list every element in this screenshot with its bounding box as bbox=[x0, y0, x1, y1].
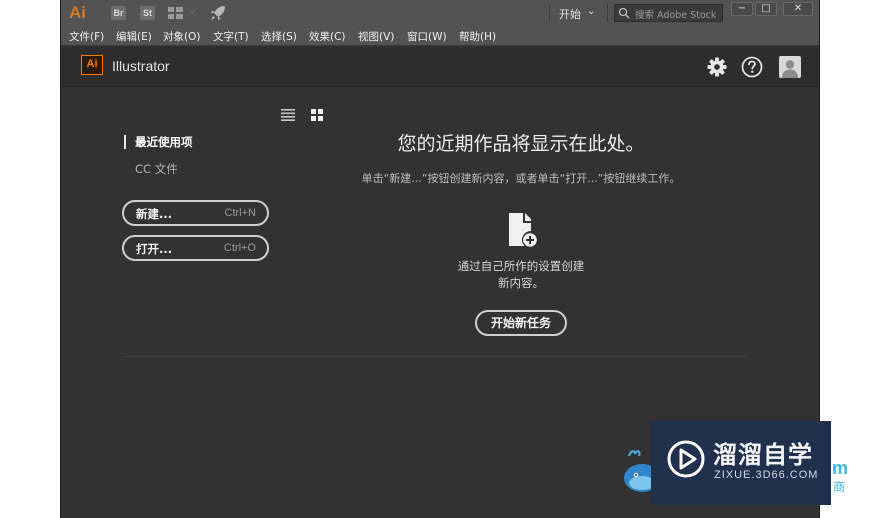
watermark-title: 溜溜自学 bbox=[713, 441, 813, 469]
separator bbox=[549, 4, 550, 22]
adobe-stock-search[interactable]: 搜索 Adobe Stock bbox=[614, 4, 723, 22]
watermark-banner: 溜溜自学 ZIXUE.3D66.COM bbox=[651, 421, 831, 505]
new-file-button[interactable]: 新建... Ctrl+N bbox=[122, 200, 269, 226]
nav-recent[interactable]: 最近使用项 bbox=[124, 135, 193, 149]
maximize-button[interactable]: □ bbox=[755, 2, 777, 16]
start-new-task-button[interactable]: 开始新任务 bbox=[475, 310, 567, 336]
watermark-fragment: m bbox=[832, 458, 849, 478]
new-document-icon bbox=[509, 213, 537, 247]
user-avatar-icon[interactable] bbox=[779, 56, 801, 78]
empty-state-subtitle: 单击“新建...”按钮创建新内容，或者单击“打开...”按钮继续工作。 bbox=[361, 172, 681, 185]
rocket-icon[interactable] bbox=[209, 4, 227, 22]
workspace-chevron-down-icon[interactable]: ⌄ bbox=[587, 6, 595, 17]
stock-icon[interactable]: St bbox=[140, 6, 155, 20]
empty-state-title: 您的近期作品将显示在此处。 bbox=[397, 133, 645, 155]
arrange-dropdown-chevron-icon[interactable]: ⌵ bbox=[189, 6, 196, 16]
open-file-shortcut: Ctrl+O bbox=[223, 242, 256, 254]
workspace-switcher[interactable]: 开始 bbox=[559, 6, 581, 22]
watermark-fragment: 商 bbox=[833, 480, 846, 494]
divider bbox=[122, 356, 749, 357]
menu-object[interactable]: 对象(O) bbox=[163, 29, 200, 44]
menu-select[interactable]: 选择(S) bbox=[261, 29, 297, 44]
close-button[interactable]: ✕ bbox=[783, 2, 813, 16]
menu-window[interactable]: 窗口(W) bbox=[407, 29, 447, 44]
arrange-documents-icon[interactable] bbox=[168, 7, 183, 19]
illustrator-badge-icon: Ai bbox=[81, 55, 103, 75]
new-file-label: 新建... bbox=[136, 207, 173, 221]
menu-view[interactable]: 视图(V) bbox=[358, 29, 394, 44]
search-icon bbox=[618, 7, 630, 19]
grid-view-icon[interactable] bbox=[310, 109, 324, 121]
title-bar: Ai Br St ⌵ 开始 ⌄ 搜索 Adobe Stock − □ ✕ bbox=[61, 0, 819, 26]
create-description-line2: 新内容。 bbox=[498, 276, 544, 290]
menu-help[interactable]: 帮助(H) bbox=[459, 29, 496, 44]
watermark-url: ZIXUE.3D66.COM bbox=[714, 469, 819, 481]
ai-logo: Ai bbox=[69, 3, 86, 22]
menu-edit[interactable]: 编辑(E) bbox=[116, 29, 152, 44]
list-view-icon[interactable] bbox=[281, 109, 295, 121]
menu-effect[interactable]: 效果(C) bbox=[309, 29, 346, 44]
play-logo-icon bbox=[667, 440, 705, 478]
gear-icon[interactable] bbox=[706, 56, 728, 78]
minimize-button[interactable]: − bbox=[731, 2, 753, 16]
help-icon[interactable] bbox=[741, 56, 763, 78]
bridge-icon[interactable]: Br bbox=[111, 6, 126, 20]
nav-cc-files[interactable]: CC 文件 bbox=[135, 161, 178, 177]
create-description-line1: 通过自己所作的设置创建 bbox=[457, 259, 585, 273]
menu-bar: 文件(F) 编辑(E) 对象(O) 文字(T) 选择(S) 效果(C) 视图(V… bbox=[61, 26, 819, 46]
new-file-shortcut: Ctrl+N bbox=[224, 207, 256, 219]
app-name: Illustrator bbox=[112, 58, 170, 74]
separator bbox=[607, 4, 608, 22]
open-file-label: 打开... bbox=[136, 242, 173, 256]
open-file-button[interactable]: 打开... Ctrl+O bbox=[122, 235, 269, 261]
create-description: 通过自己所作的设置创建 新内容。 bbox=[441, 258, 601, 292]
start-header: Ai Illustrator bbox=[61, 47, 819, 87]
menu-file[interactable]: 文件(F) bbox=[69, 29, 104, 44]
menu-type[interactable]: 文字(T) bbox=[213, 29, 249, 44]
search-placeholder: 搜索 Adobe Stock bbox=[635, 10, 717, 21]
